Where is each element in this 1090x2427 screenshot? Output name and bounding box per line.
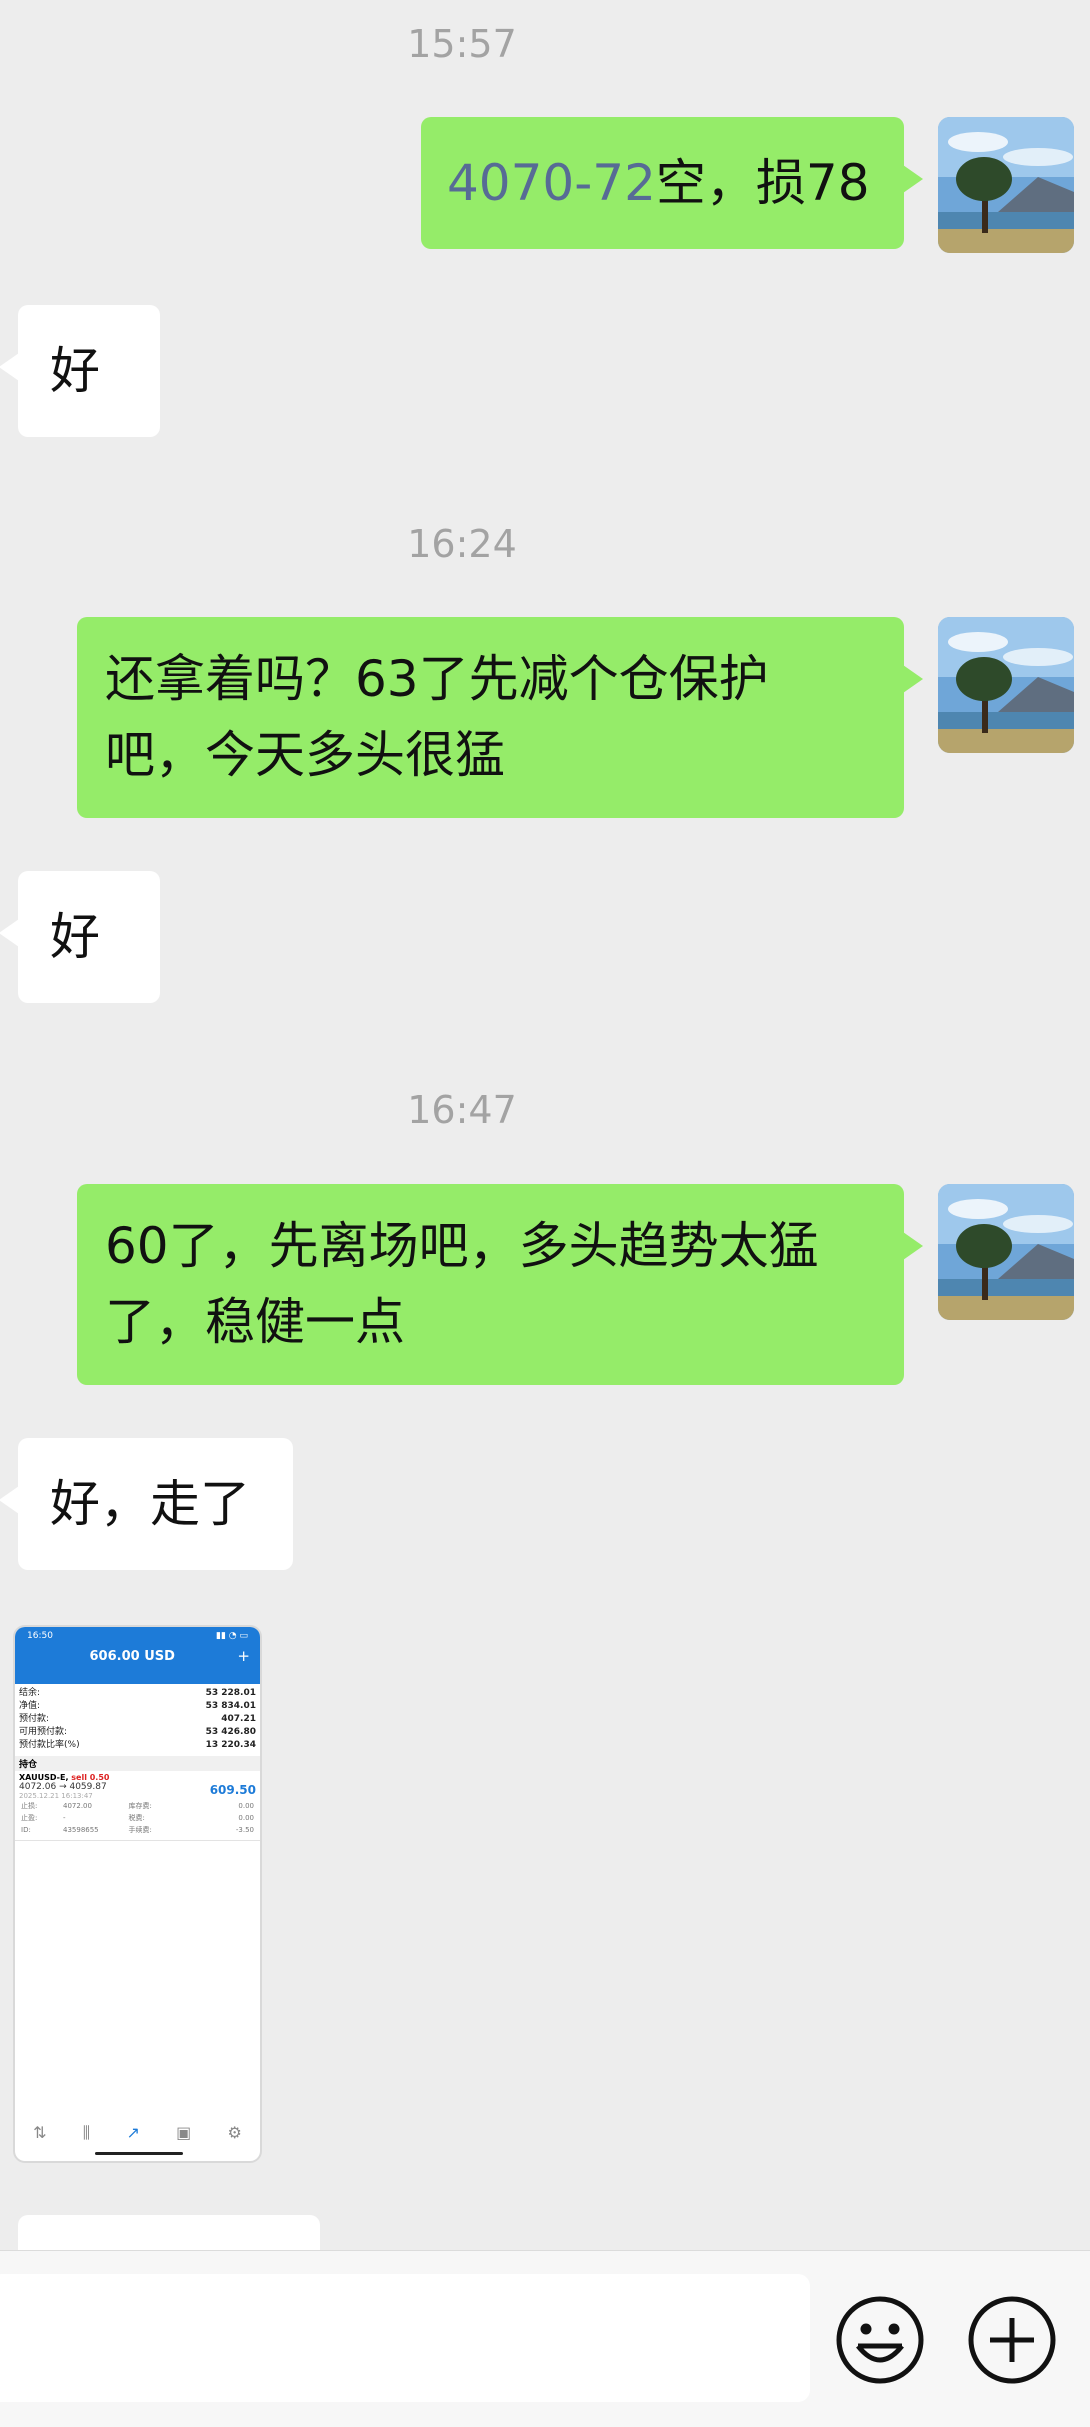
avatar[interactable]	[938, 1184, 1074, 1320]
message-bubble-received[interactable]: 好，走了	[0, 1438, 293, 1570]
status-time: 16:50	[27, 1631, 53, 1641]
trade-side: sell 0.50	[71, 1773, 110, 1782]
message-bubble-sent[interactable]: 60了，先离场吧，多头趋势太猛 了，稳健一点	[77, 1184, 923, 1385]
message-bubble-received[interactable]: 好	[0, 871, 160, 1003]
timestamp: 15:57	[407, 22, 517, 66]
account-summary: 结余: 53 228.01 净值: 53 834.01 预付款: 407.21 可用预…	[15, 1684, 260, 1752]
status-bar: 16:50 ▮▮ ◔ ▭	[15, 1627, 260, 1641]
plus-circle-icon[interactable]	[966, 2294, 1058, 2386]
home-indicator	[95, 2152, 183, 2155]
message-text: 空，损78	[655, 154, 870, 212]
message-text: 好	[50, 908, 100, 966]
message-bubble-sent[interactable]: 4070-72空，损78	[421, 117, 923, 249]
number-link[interactable]: 4070-72	[447, 154, 656, 212]
chart-icon: ⫼	[82, 2123, 91, 2142]
message-line: 60了，先离场吧，多头趋势太猛	[105, 1217, 819, 1275]
plus-icon: +	[237, 1647, 250, 1665]
message-line: 吧，今天多头很猛	[105, 726, 505, 784]
emoji-icon[interactable]	[834, 2294, 926, 2386]
quotes-icon: ⇅	[33, 2123, 47, 2142]
message-text: 好	[50, 342, 100, 400]
avatar[interactable]	[938, 117, 1074, 253]
message-line: 还拿着吗？63了先减个仓保护	[105, 650, 769, 708]
history-icon: ▣	[176, 2123, 192, 2142]
balance-title: 606.00 USD	[89, 1648, 175, 1664]
trade-icon: ↗	[126, 2123, 140, 2142]
timestamp: 16:24	[407, 522, 517, 566]
position-item: XAUUSD-E, sell 0.50 4072.06 → 4059.87 60…	[15, 1771, 260, 1841]
symbol: XAUUSD-E,	[19, 1773, 69, 1782]
image-message[interactable]: 16:50 ▮▮ ◔ ▭ 606.00 USD + 结余: 53 228.01 净…	[13, 1625, 262, 2163]
message-text: 好，走了	[50, 1475, 250, 1533]
message-line: 了，稳健一点	[105, 1293, 405, 1351]
summary-row: 预付款比率(%) 13 220.34	[19, 1740, 256, 1750]
settings-icon: ⚙	[227, 2123, 242, 2142]
profit-value: 609.50	[209, 1783, 256, 1797]
message-bubble-sent[interactable]: 还拿着吗？63了先减个仓保护 吧，今天多头很猛	[77, 617, 923, 818]
message-bubble-received[interactable]: 好	[0, 305, 160, 437]
positions-header: 持仓	[15, 1756, 260, 1771]
summary-row: 净值: 53 834.01	[19, 1701, 256, 1711]
trade-details: 止损: 4072.00 库存费: 0.00 止盈: - 税费: 0.00 ID: 435986…	[21, 1802, 254, 1834]
bottom-nav: ⇅ ⫼ ↗ ▣ ⚙	[15, 2123, 260, 2143]
summary-row: 结余: 53 228.01	[19, 1688, 256, 1698]
message-input[interactable]	[0, 2274, 810, 2402]
input-bar	[0, 2250, 1090, 2427]
timestamp: 16:47	[407, 1088, 517, 1132]
signal-icon: ▮▮ ◔ ▭	[216, 1631, 248, 1641]
summary-row: 可用预付款: 53 426.80	[19, 1727, 256, 1737]
summary-row: 预付款: 407.21	[19, 1714, 256, 1724]
avatar[interactable]	[938, 617, 1074, 753]
app-header: 16:50 ▮▮ ◔ ▭ 606.00 USD +	[15, 1627, 260, 1684]
